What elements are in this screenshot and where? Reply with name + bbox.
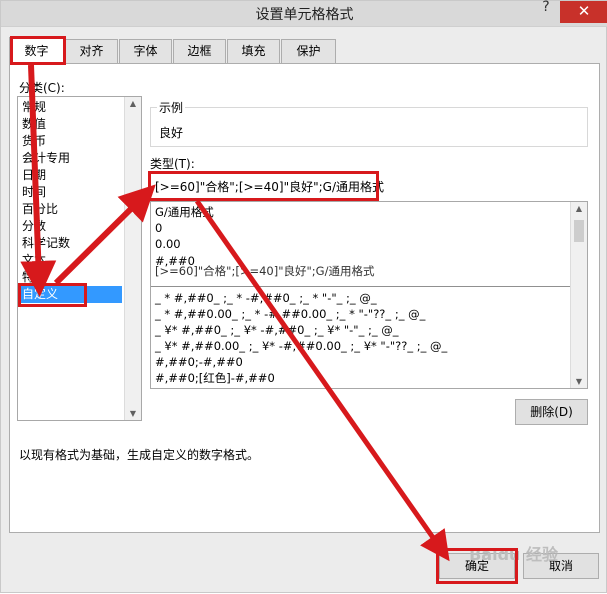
format-item[interactable]: _ * #,##0_ ;_ * -#,##0_ ;_ * "-"_ ;_ @_ <box>155 290 377 306</box>
category-item-scientific[interactable]: 科学记数 <box>22 235 70 252</box>
dialog-title: 设置单元格格式 <box>255 7 354 23</box>
type-input[interactable]: [>=60]"合格";[>=40]"良好";G/通用格式 <box>150 172 384 200</box>
category-label: 分类(C): <box>19 81 65 95</box>
tab-fill[interactable]: 填充 <box>227 39 280 64</box>
tab-protection[interactable]: 保护 <box>281 39 336 64</box>
category-item-accounting[interactable]: 会计专用 <box>22 150 70 167</box>
format-item[interactable]: G/通用格式 <box>155 204 214 220</box>
close-icon: ✕ <box>577 2 591 20</box>
format-item[interactable]: 0.00 <box>155 236 181 252</box>
scroll-up-arrow-icon[interactable]: ▲ <box>571 204 587 213</box>
sample-value: 良好 <box>159 126 184 140</box>
category-item-currency[interactable]: 货币 <box>22 133 46 150</box>
list-divider <box>151 286 570 287</box>
tab-alignment[interactable]: 对齐 <box>65 39 118 64</box>
category-item-special[interactable]: 特殊 <box>22 269 46 286</box>
format-item[interactable]: _ ¥* #,##0_ ;_ ¥* -#,##0_ ;_ ¥* "-"_ ;_ … <box>155 322 399 338</box>
type-label: 类型(T): <box>150 157 195 171</box>
help-button[interactable]: ? <box>536 0 556 15</box>
category-list[interactable]: 常规 数值 货币 会计专用 日期 时间 百分比 分数 科学记数 文本 特殊 自定… <box>17 96 142 421</box>
category-item-fraction[interactable]: 分数 <box>22 218 46 235</box>
scroll-thumb[interactable] <box>574 220 584 242</box>
format-list-scrollbar[interactable]: ▲ ▼ <box>570 202 587 388</box>
format-item[interactable]: 0 <box>155 220 162 236</box>
category-item-number[interactable]: 数值 <box>22 116 46 133</box>
format-code-list[interactable]: G/通用格式 0 0.00 #,##0 [>=60]"合格";[>=40]"良好… <box>150 201 588 389</box>
format-item[interactable]: _ ¥* #,##0.00_ ;_ ¥* -#,##0.00_ ;_ ¥* "-… <box>155 338 447 354</box>
scroll-down-arrow-icon[interactable]: ▼ <box>571 377 587 386</box>
format-cells-dialog: 设置单元格格式 ? ✕ 数字 对齐 字体 边框 填充 保护 分类(C): 常规 … <box>0 0 607 593</box>
category-item-time[interactable]: 时间 <box>22 184 46 201</box>
format-item[interactable]: #,##0;-#,##0 <box>155 354 243 370</box>
tab-border[interactable]: 边框 <box>173 39 226 64</box>
category-item-text[interactable]: 文本 <box>22 252 46 269</box>
format-item[interactable]: #,##0;[红色]-#,##0 <box>155 370 275 386</box>
category-item-custom[interactable]: 自定义 <box>20 286 122 303</box>
tab-number[interactable]: 数字 <box>9 37 64 64</box>
close-button[interactable]: ✕ <box>560 1 607 23</box>
format-item[interactable]: _ * #,##0.00_ ;_ * -#,##0.00_ ;_ * "-"??… <box>155 306 425 322</box>
category-scrollbar[interactable]: ▲ ▼ <box>124 97 141 420</box>
watermark: Baidu 经验 <box>469 545 558 564</box>
scroll-up-arrow-icon[interactable]: ▲ <box>125 99 141 108</box>
title-bar: 设置单元格格式 ? ✕ <box>1 0 607 27</box>
category-item-date[interactable]: 日期 <box>22 167 46 184</box>
scroll-down-arrow-icon[interactable]: ▼ <box>125 409 141 418</box>
hint-text: 以现有格式为基础，生成自定义的数字格式。 <box>19 448 260 462</box>
category-item-general[interactable]: 常规 <box>22 99 46 116</box>
tab-font[interactable]: 字体 <box>119 39 172 64</box>
delete-button[interactable]: 删除(D) <box>515 399 588 425</box>
sample-group: 示例 良好 <box>150 99 588 147</box>
sample-label: 示例 <box>157 99 186 116</box>
category-item-percentage[interactable]: 百分比 <box>22 201 58 218</box>
format-item-drag-ghost: [>=60]"合格";[>=40]"良好";G/通用格式 <box>155 264 375 278</box>
